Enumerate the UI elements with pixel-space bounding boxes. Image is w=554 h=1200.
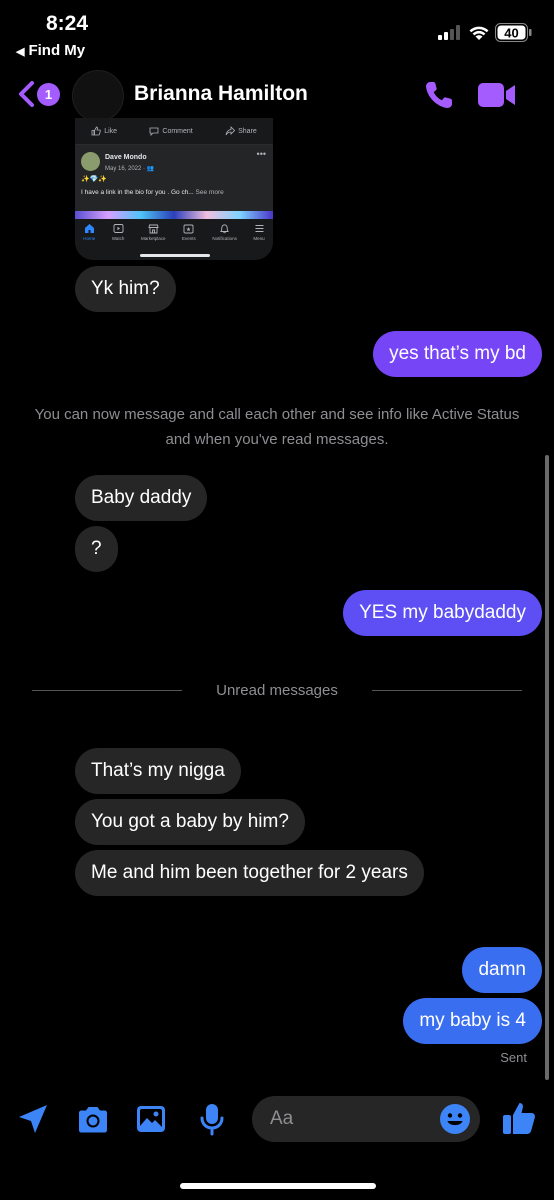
message-bubble-incoming[interactable]: That’s my nigga [75, 748, 241, 794]
events-icon [183, 224, 194, 234]
fb-nav-menu: Menu [253, 223, 265, 241]
post-share: Share [225, 126, 257, 136]
message-bubble-outgoing[interactable]: YES my babydaddy [343, 590, 542, 636]
post-emojis: ✨💎✨ [81, 176, 108, 183]
post-body: Dave Mondo May 16, 2022 · 👥 ••• ✨💎✨ I ha… [75, 145, 273, 217]
back-chevron-icon[interactable] [16, 80, 36, 108]
message-bubble-incoming[interactable]: ? [75, 526, 118, 572]
fb-nav-marketplace: Marketplace [141, 223, 165, 241]
post-home-indicator [140, 254, 210, 257]
home-icon [84, 224, 94, 233]
post-author-avatar [81, 152, 100, 171]
fb-nav-home: Home [83, 223, 95, 241]
post-comment: Comment [149, 126, 193, 136]
fb-nav-events: Events [182, 223, 196, 241]
comment-icon [150, 127, 159, 136]
message-bubble-incoming[interactable]: Yk him? [75, 266, 176, 312]
battery-level: 40 [504, 26, 518, 41]
post-date: May 16, 2022 · 👥 [105, 166, 155, 172]
message-bubble-incoming[interactable]: Baby daddy [75, 475, 208, 521]
unread-divider-right [372, 690, 522, 691]
message-bubble-incoming[interactable]: You got a baby by him? [75, 799, 305, 845]
menu-icon [255, 225, 264, 232]
back-triangle-icon: ◀ [16, 46, 25, 58]
marketplace-icon [148, 224, 159, 234]
contact-avatar[interactable] [72, 70, 124, 122]
contact-name[interactable]: Brianna Hamilton [134, 82, 308, 106]
message-bubble-incoming[interactable]: Me and him been together for 2 years [75, 850, 424, 896]
scrollbar[interactable] [545, 455, 549, 1080]
thumbs-up-icon [91, 126, 101, 136]
camera-icon[interactable] [76, 1103, 110, 1137]
post-text: I have a link in the bio for you . Go ch… [81, 189, 224, 196]
more-options-icon: ••• [256, 149, 266, 159]
thumbs-up-icon[interactable] [500, 1099, 538, 1137]
emoji-icon[interactable] [439, 1103, 471, 1135]
shared-post-screenshot[interactable]: Like Comment Share Dave Mondo May 16, 20… [75, 118, 273, 260]
unread-messages-label: Unread messages [216, 682, 338, 699]
bell-icon [220, 224, 230, 234]
sent-status: Sent [500, 1050, 527, 1065]
find-my-label: Find My [28, 42, 86, 59]
back-to-find-my[interactable]: ◀ Find My [16, 42, 85, 59]
watch-icon [113, 224, 124, 233]
message-bubble-outgoing[interactable]: my baby is 4 [403, 998, 542, 1044]
battery-icon: 40 [495, 23, 532, 42]
unread-count-badge[interactable]: 1 [37, 83, 60, 106]
video-call-icon[interactable] [478, 82, 516, 108]
fb-nav-watch: Watch [112, 223, 124, 241]
wifi-icon [469, 26, 489, 40]
fb-nav-notifications: Notifications [212, 223, 237, 241]
photo-gallery-icon[interactable] [134, 1102, 168, 1136]
cellular-signal-icon [438, 25, 460, 40]
message-bubble-outgoing[interactable]: yes that’s my bd [373, 331, 542, 377]
status-time: 8:24 [46, 12, 89, 35]
post-action-bar: Like Comment Share [75, 118, 273, 145]
post-author: Dave Mondo [105, 154, 147, 161]
location-arrow-icon[interactable] [16, 1102, 50, 1136]
message-bubble-outgoing[interactable]: damn [462, 947, 542, 993]
home-indicator [180, 1183, 376, 1189]
post-like: Like [91, 126, 117, 136]
microphone-icon[interactable] [195, 1102, 229, 1136]
friends-audience-icon: 👥 [146, 166, 155, 172]
post-images-strip [75, 211, 273, 219]
chat-info-notice: You can now message and call each other … [34, 406, 520, 448]
phone-call-icon[interactable] [423, 79, 455, 111]
unread-divider-left [32, 690, 182, 691]
facebook-tab-bar: Home Watch Marketplace Events Notificati… [75, 219, 273, 247]
share-icon [225, 126, 236, 136]
